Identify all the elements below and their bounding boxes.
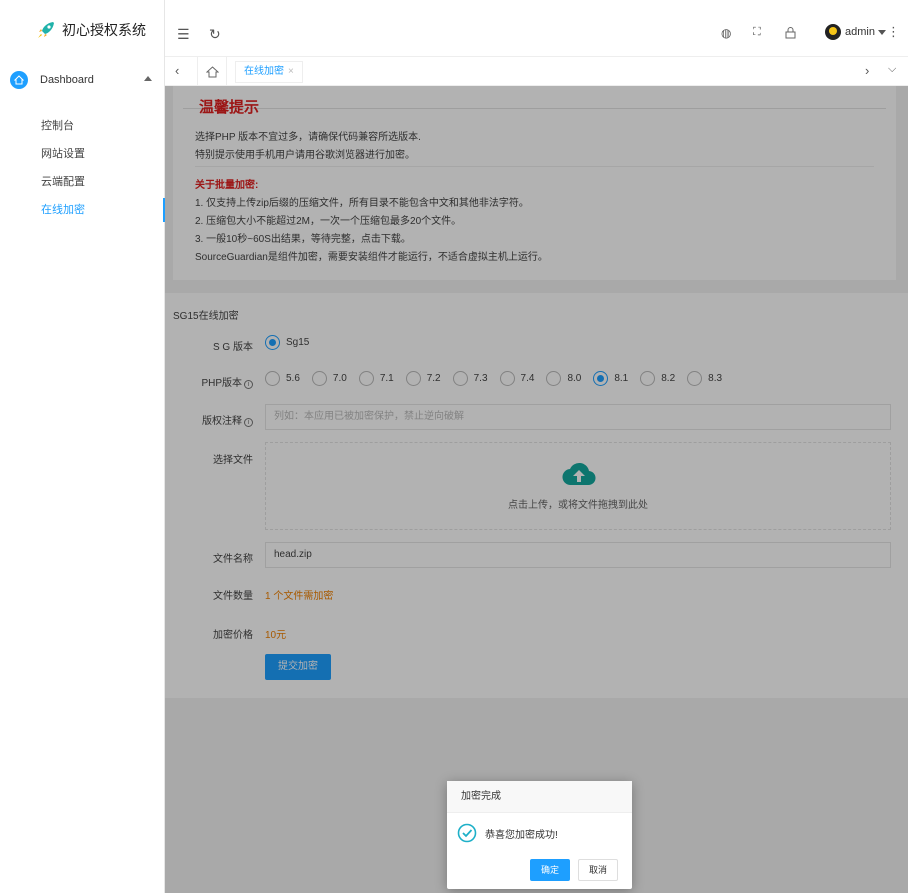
lock-icon[interactable] xyxy=(785,26,796,42)
globe-icon[interactable]: ◍ xyxy=(721,26,731,40)
dialog-title: 加密完成 xyxy=(447,781,632,813)
app-title: 初心授权系统 xyxy=(62,22,146,38)
sidebar: 初心授权系统 Dashboard 控制台 网站设置 云端配置 在线加密 xyxy=(0,0,165,893)
more-icon[interactable]: ⋮ xyxy=(887,24,900,40)
sidebar-menu: 控制台 网站设置 云端配置 在线加密 xyxy=(0,112,165,224)
home-icon xyxy=(10,71,28,89)
app-root: 初心授权系统 Dashboard 控制台 网站设置 云端配置 在线加密 ☰ ↻ … xyxy=(0,0,908,893)
tab-online-encrypt[interactable]: 在线加密 × xyxy=(235,61,303,83)
modal-overlay xyxy=(165,86,908,893)
refresh-icon[interactable]: ↻ xyxy=(209,26,221,43)
sidebar-item-cloud-config[interactable]: 云端配置 xyxy=(0,168,164,196)
menu-fold-icon[interactable]: ☰ xyxy=(177,26,190,43)
chevron-down-icon[interactable]: ⌵ xyxy=(888,63,896,76)
rocket-icon xyxy=(38,22,54,38)
tab-bar: ‹ 在线加密 × › ⌵ xyxy=(165,56,908,86)
sidebar-group-label: Dashboard xyxy=(40,74,94,86)
username: admin xyxy=(845,26,875,38)
user-menu[interactable]: admin xyxy=(825,24,886,40)
dialog-message: 恭喜您加密成功! xyxy=(485,829,558,841)
tab-next-icon[interactable]: › xyxy=(865,63,869,78)
confirm-button[interactable]: 确定 xyxy=(529,859,570,881)
success-dialog: 加密完成 恭喜您加密成功! 确定 取消 xyxy=(447,781,632,889)
dialog-buttons: 确定 取消 xyxy=(522,859,618,881)
tab-home[interactable] xyxy=(197,57,227,86)
sidebar-item-console[interactable]: 控制台 xyxy=(0,112,164,140)
dialog-body: 恭喜您加密成功! xyxy=(447,813,632,843)
check-circle-icon xyxy=(457,823,477,843)
home-outline-icon xyxy=(205,65,219,77)
caret-up-icon xyxy=(144,76,152,81)
sidebar-item-online-encrypt[interactable]: 在线加密 xyxy=(0,196,165,224)
avatar xyxy=(825,24,842,40)
sidebar-item-site-settings[interactable]: 网站设置 xyxy=(0,140,164,168)
top-header: ☰ ↻ ◍ ⛶ admin ⋮ xyxy=(165,0,908,56)
close-icon[interactable]: × xyxy=(288,66,294,77)
cancel-button[interactable]: 取消 xyxy=(577,859,618,881)
fullscreen-icon[interactable]: ⛶ xyxy=(753,26,761,39)
logo: 初心授权系统 xyxy=(0,0,164,60)
sidebar-group-dashboard[interactable]: Dashboard xyxy=(0,60,164,100)
tab-prev-icon[interactable]: ‹ xyxy=(175,63,179,78)
tab-label: 在线加密 xyxy=(244,66,284,77)
chevron-down-icon xyxy=(878,29,886,35)
